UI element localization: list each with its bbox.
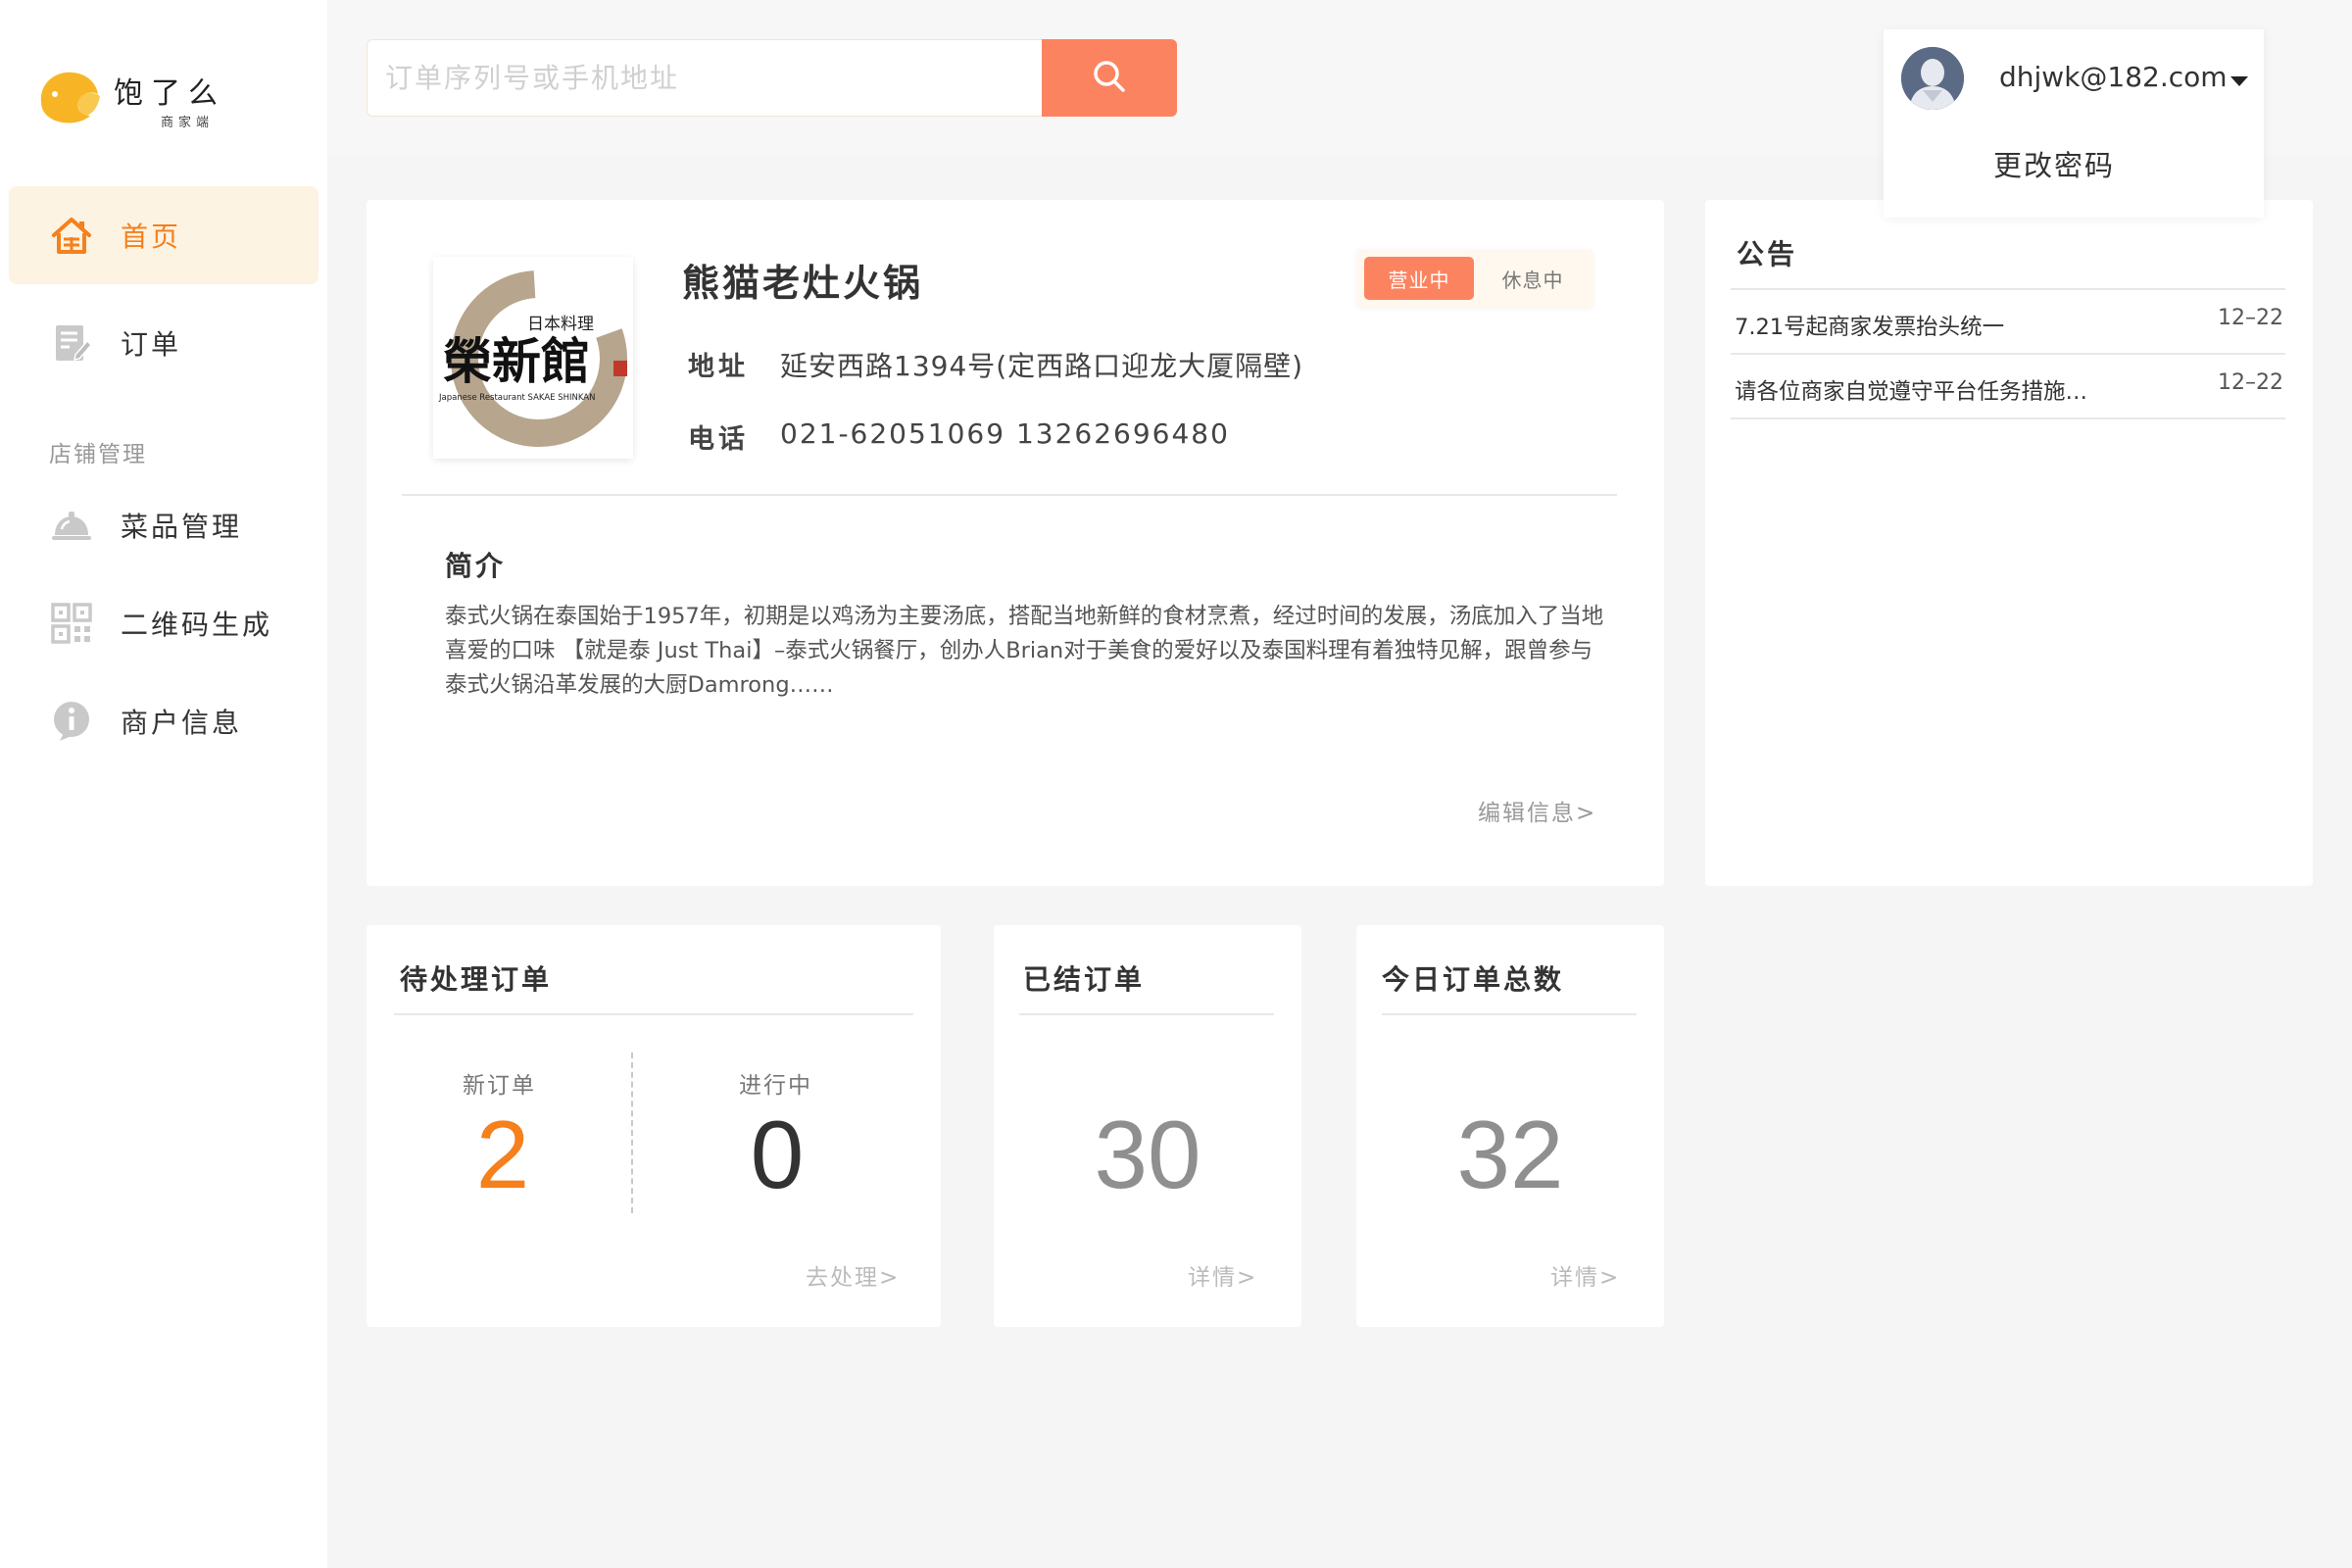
notice-item[interactable]: 7.21号起商家发票抬头统一 12–22: [1735, 306, 2283, 359]
today-orders-count: 32: [1456, 1101, 1564, 1208]
address-value: 延安西路1394号(定西路口迎龙大厦隔壁): [780, 350, 1304, 382]
brand-mascot-icon: [35, 65, 104, 125]
divider: [1382, 1013, 1637, 1015]
dish-cover-icon: [50, 504, 93, 547]
today-details-link[interactable]: 详情>: [1550, 1258, 1620, 1292]
store-logo-text: 日本料理: [527, 315, 594, 334]
notice-date: 12–22: [2218, 306, 2283, 330]
status-rest-button[interactable]: 休息中: [1480, 257, 1586, 300]
intro-title: 简介: [445, 550, 507, 582]
notice-text: 请各位商家自觉遵守平台任务措施…: [1735, 379, 2088, 405]
store-name: 熊猫老灶火锅: [682, 262, 924, 305]
sidebar-item-orders[interactable]: 订单: [9, 294, 318, 392]
sidebar-item-label: 首页: [121, 220, 182, 253]
sidebar-item-dishes[interactable]: 菜品管理: [9, 476, 318, 574]
in-progress-count[interactable]: 0: [694, 1105, 860, 1203]
divider: [631, 1053, 633, 1213]
sidebar-item-label: 二维码生成: [121, 609, 273, 641]
brand-logo[interactable]: 饱了么 商家端: [35, 65, 290, 133]
sidebar-item-label: 商户信息: [121, 707, 243, 739]
notice-date: 12–22: [2218, 370, 2283, 395]
process-orders-link[interactable]: 去处理>: [806, 1258, 900, 1292]
home-icon: [50, 214, 93, 257]
edit-info-link[interactable]: 编辑信息>: [1478, 794, 1596, 827]
search-button[interactable]: [1042, 39, 1177, 117]
user-dropdown-menu: dhjwk@182.com 更改密码: [1884, 29, 2264, 218]
divider: [1019, 1013, 1274, 1015]
sidebar-item-merchant-info[interactable]: 商户信息: [9, 672, 318, 770]
store-logo-image: 日本料理 榮新館 Japanese Restaurant SAKAE SHINK…: [433, 257, 633, 459]
status-open-button[interactable]: 营业中: [1364, 257, 1474, 300]
new-orders-count[interactable]: 2: [419, 1105, 586, 1203]
divider: [402, 494, 1617, 496]
order-icon: [50, 321, 93, 365]
chevron-down-icon[interactable]: [2230, 76, 2248, 86]
divider: [394, 1013, 913, 1015]
order-search-input[interactable]: [367, 39, 1043, 117]
user-avatar-icon[interactable]: [1901, 47, 1964, 110]
store-logo-chars: 榮新館: [443, 332, 590, 390]
phone-value: 021-62051069 13262696480: [780, 417, 1230, 450]
sidebar-item-label: 菜品管理: [121, 511, 243, 543]
search-icon: [1091, 58, 1128, 98]
address-label: 地址: [688, 352, 749, 382]
sidebar-section-store: 店铺管理: [49, 442, 147, 467]
store-logo-caption: Japanese Restaurant SAKAE SHINKAN: [438, 393, 595, 403]
intro-text: 泰式火锅在泰国始于1957年，初期是以鸡汤为主要汤底，搭配当地新鲜的食材烹煮，经…: [445, 604, 1604, 698]
sidebar-item-label: 订单: [121, 328, 182, 361]
brand-subtitle: 商家端: [161, 116, 215, 130]
settled-orders-card: 已结订单 30 详情>: [994, 925, 1301, 1327]
brand-name: 饱了么: [114, 76, 225, 111]
notice-card: 公告 7.21号起商家发票抬头统一 12–22 请各位商家自觉遵守平台任务措施……: [1705, 200, 2313, 886]
sidebar: 饱了么 商家端 首页 订单 店铺管理 菜品管理 二维码生成 商户信息: [0, 0, 327, 1568]
sidebar-item-home[interactable]: 首页: [9, 186, 318, 284]
in-progress-label: 进行中: [739, 1073, 812, 1099]
new-orders-label: 新订单: [463, 1073, 536, 1099]
store-info-card: 日本料理 榮新館 Japanese Restaurant SAKAE SHINK…: [367, 200, 1664, 886]
phone-label: 电话: [688, 424, 749, 455]
business-status-toggle: 营业中 休息中: [1356, 249, 1593, 308]
pending-orders-title: 待处理订单: [400, 963, 553, 996]
qrcode-icon: [50, 602, 93, 645]
today-orders-card: 今日订单总数 32 详情>: [1356, 925, 1664, 1327]
notice-item[interactable]: 请各位商家自觉遵守平台任务措施… 12–22: [1735, 370, 2283, 423]
divider: [1731, 417, 2285, 419]
divider: [1731, 288, 2285, 290]
sidebar-item-qrcode[interactable]: 二维码生成: [9, 574, 318, 672]
settled-orders-title: 已结订单: [1023, 963, 1146, 996]
pending-orders-card: 待处理订单 新订单 2 进行中 0 去处理>: [367, 925, 941, 1327]
settled-orders-count: 30: [1094, 1101, 1201, 1208]
user-email[interactable]: dhjwk@182.com: [1999, 61, 2228, 93]
divider: [1731, 353, 2285, 355]
info-icon: [50, 700, 93, 743]
notice-text: 7.21号起商家发票抬头统一: [1735, 315, 2005, 340]
settled-details-link[interactable]: 详情>: [1188, 1258, 1257, 1292]
today-orders-title: 今日订单总数: [1382, 963, 1565, 996]
notice-title: 公告: [1737, 238, 1798, 270]
change-password-menu-item[interactable]: 更改密码: [1993, 143, 2115, 184]
